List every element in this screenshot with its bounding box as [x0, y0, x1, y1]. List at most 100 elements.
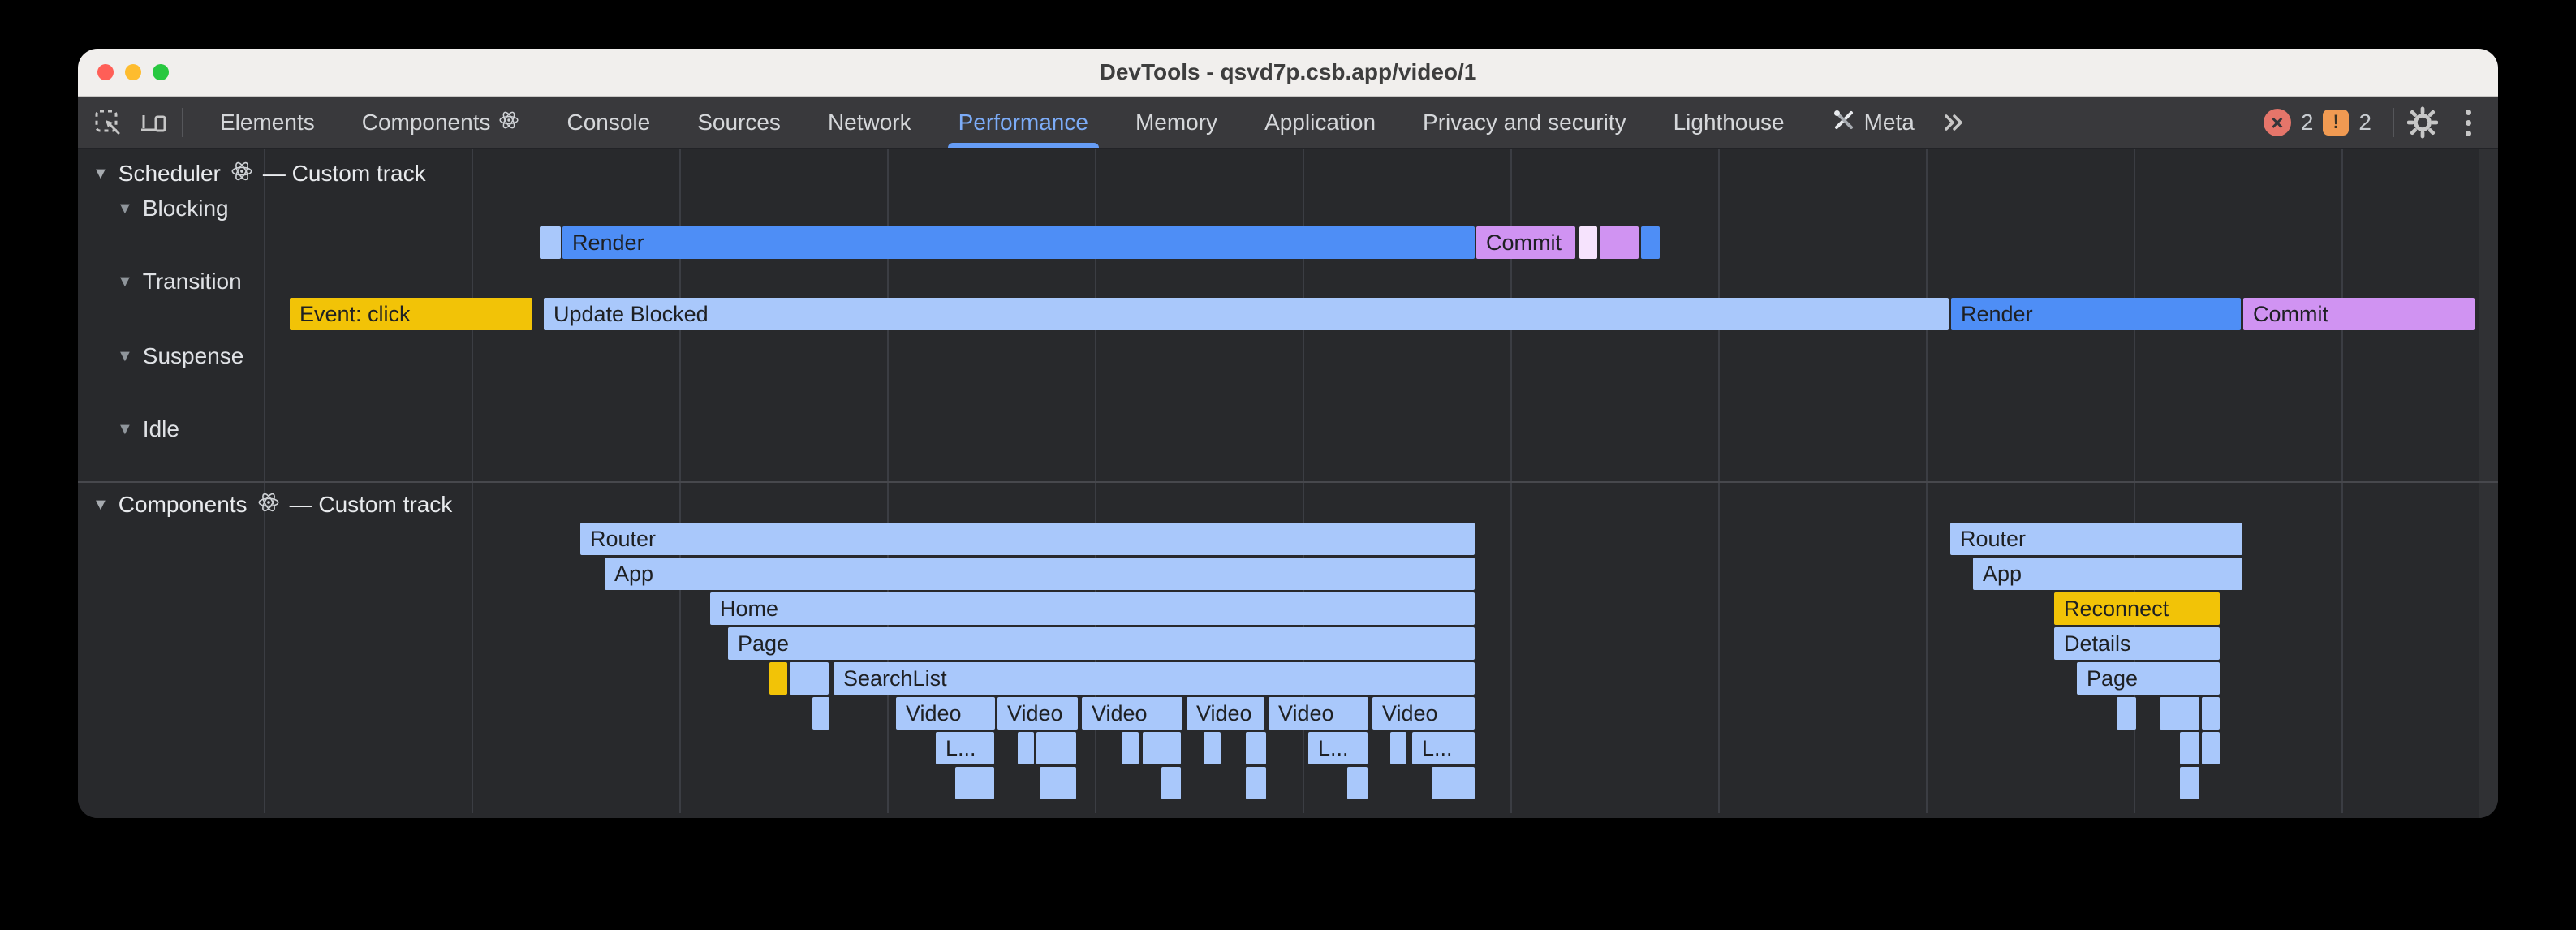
flame-bar-commit[interactable]: Commit [2243, 298, 2475, 330]
collapse-triangle-icon[interactable]: ▼ [93, 165, 109, 183]
flame-bar-reconnect[interactable]: Reconnect [2054, 592, 2220, 625]
flame-bar-label: Video [896, 701, 962, 725]
flame-bar[interactable] [1036, 732, 1076, 764]
collapse-triangle-icon[interactable]: ▼ [117, 200, 133, 218]
flame-bar-video[interactable]: Video [1187, 697, 1264, 730]
flame-bar-label: Render [1951, 302, 2033, 326]
flame-bar-searchlist[interactable]: SearchList [834, 662, 1475, 695]
flame-bar[interactable] [1246, 767, 1266, 799]
flame-bar[interactable] [790, 662, 829, 695]
tab-label: Meta [1864, 110, 1915, 136]
devtools-window: DevTools - qsvd7p.csb.app/video/1 Elemen… [78, 49, 2498, 818]
flame-bar-label: L... [1308, 736, 1349, 760]
tab-performance[interactable]: Performance [935, 97, 1112, 148]
flame-bar[interactable] [2202, 697, 2220, 730]
tab-privacy-and-security[interactable]: Privacy and security [1399, 97, 1650, 148]
collapse-triangle-icon[interactable]: ▼ [117, 347, 133, 366]
flame-bar[interactable] [1347, 767, 1368, 799]
flame-bar-render[interactable]: Render [1951, 298, 2241, 330]
track-header-scheduler[interactable]: ▼ Scheduler — Custom track [93, 157, 426, 191]
flame-bar-update-blocked[interactable]: Update Blocked [544, 298, 1949, 330]
lane-label-idle[interactable]: ▼Idle [117, 412, 179, 446]
tab-label: Memory [1135, 110, 1217, 136]
flame-bar[interactable] [1122, 732, 1139, 764]
flame-bar-video[interactable]: Video [1269, 697, 1368, 730]
tab-components[interactable]: Components [338, 97, 544, 148]
flame-bar-l[interactable]: L... [1412, 732, 1475, 764]
flame-bar[interactable] [540, 226, 561, 259]
flame-bar[interactable] [2160, 697, 2199, 730]
flame-bar-home[interactable]: Home [710, 592, 1475, 625]
collapse-triangle-icon[interactable]: ▼ [93, 496, 109, 515]
flame-bar[interactable] [1579, 226, 1597, 259]
settings-gear-icon[interactable] [2407, 107, 2438, 138]
flame-bar[interactable] [1018, 732, 1034, 764]
kebab-menu-icon[interactable] [2453, 107, 2483, 138]
flame-bar[interactable] [2202, 732, 2220, 764]
flame-bar[interactable] [2180, 732, 2199, 764]
flame-bar-app[interactable]: App [1973, 558, 2242, 590]
lane-label-blocking[interactable]: ▼Blocking [117, 192, 229, 226]
tab-memory[interactable]: Memory [1112, 97, 1241, 148]
track-divider [78, 481, 2498, 483]
flame-bar-video[interactable]: Video [1082, 697, 1182, 730]
flame-bar[interactable] [1390, 732, 1406, 764]
flame-bar-video[interactable]: Video [1372, 697, 1475, 730]
lane-name: Transition [143, 269, 242, 295]
collapse-triangle-icon[interactable]: ▼ [117, 420, 133, 439]
tab-sources[interactable]: Sources [674, 97, 804, 148]
flame-bar-router[interactable]: Router [580, 523, 1475, 555]
flame-bar-details[interactable]: Details [2054, 627, 2220, 660]
flame-bar-l[interactable]: L... [1308, 732, 1368, 764]
flame-bar-label: Update Blocked [544, 302, 709, 326]
flame-bar-video[interactable]: Video [896, 697, 995, 730]
flame-bar-label: Video [1082, 701, 1148, 725]
tab-meta[interactable]: Meta [1808, 97, 1938, 148]
tab-label: Elements [220, 110, 315, 136]
flame-bar-app[interactable]: App [605, 558, 1475, 590]
flame-bar-page[interactable]: Page [728, 627, 1475, 660]
flame-bar-render[interactable]: Render [562, 226, 1475, 259]
console-badges: × 2 ! 2 [2264, 109, 2371, 136]
desktop-background: DevTools - qsvd7p.csb.app/video/1 Elemen… [0, 0, 2576, 930]
flame-bar[interactable] [955, 767, 994, 799]
tab-console[interactable]: Console [543, 97, 674, 148]
flame-bar-label: Router [1950, 527, 2026, 551]
flame-bar-video[interactable]: Video [997, 697, 1078, 730]
flame-bar-label: Video [1187, 701, 1252, 725]
warning-badge-icon[interactable]: ! [2323, 110, 2349, 136]
track-header-components[interactable]: ▼ Components — Custom track [93, 488, 452, 522]
track-name: Scheduler [118, 161, 221, 187]
tab-network[interactable]: Network [804, 97, 935, 148]
tab-lighthouse[interactable]: Lighthouse [1650, 97, 1808, 148]
flame-bar-page[interactable]: Page [2077, 662, 2220, 695]
inspect-icon[interactable] [93, 107, 123, 138]
collapse-triangle-icon[interactable]: ▼ [117, 273, 133, 291]
lane-label-suspense[interactable]: ▼Suspense [117, 339, 243, 373]
flame-bar[interactable] [1161, 767, 1181, 799]
flame-bar[interactable] [1432, 767, 1475, 799]
flame-bar[interactable] [1246, 732, 1266, 764]
lane-label-transition[interactable]: ▼ Transition [117, 265, 242, 299]
flame-bar-router[interactable]: Router [1950, 523, 2242, 555]
flame-bar[interactable] [812, 697, 829, 730]
scrollbar-gutter[interactable] [2479, 149, 2498, 818]
flame-bar[interactable] [1641, 226, 1660, 259]
flame-bar[interactable] [1204, 732, 1221, 764]
flame-bar-l[interactable]: L... [936, 732, 994, 764]
flame-bar-event-click[interactable]: Event: click [290, 298, 532, 330]
flame-bar[interactable] [1600, 226, 1639, 259]
tab-elements[interactable]: Elements [196, 97, 338, 148]
flame-bar-label: Reconnect [2054, 596, 2169, 621]
flame-bar-commit[interactable]: Commit [1476, 226, 1575, 259]
tab-application[interactable]: Application [1241, 97, 1399, 148]
device-toolbar-icon[interactable] [138, 107, 169, 138]
error-badge-icon[interactable]: × [2264, 109, 2291, 136]
flame-bar[interactable] [2180, 767, 2199, 799]
flame-bar[interactable] [2117, 697, 2136, 730]
flame-bar[interactable] [1040, 767, 1076, 799]
more-tabs-icon[interactable] [1938, 107, 1969, 138]
flame-bar[interactable] [769, 662, 787, 695]
performance-flame-chart[interactable]: ▼ Scheduler — Custom track ▼Blocking▼Tra… [78, 149, 2498, 818]
flame-bar[interactable] [1143, 732, 1181, 764]
